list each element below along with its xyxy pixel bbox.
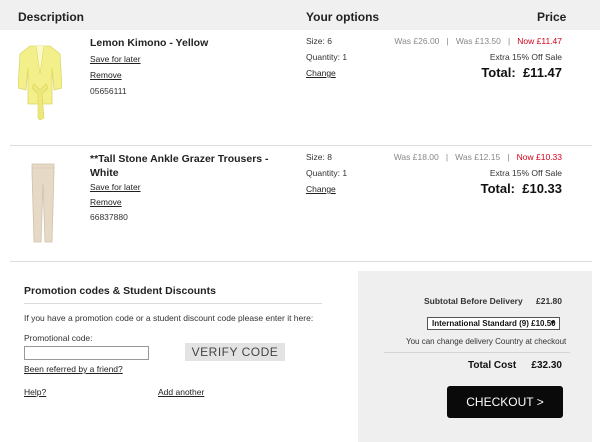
separator: |: [441, 36, 454, 46]
delivery-note: You can change delivery Country at check…: [406, 337, 567, 346]
verify-code-button[interactable]: VERIFY CODE: [185, 343, 285, 361]
promo-instruction: If you have a promotion code or a studen…: [24, 313, 314, 323]
item-title-line: White: [90, 167, 119, 179]
product-code: 66837880: [90, 212, 128, 222]
total-cost-label: Total Cost: [468, 360, 517, 371]
basket-header: Description Your options Price: [0, 0, 600, 30]
quantity-label: Quantity: 1: [306, 52, 348, 62]
chevron-down-icon: ▼: [549, 320, 556, 327]
item-title[interactable]: Lemon Kimono - Yellow: [90, 36, 208, 50]
remove-link[interactable]: Remove: [90, 70, 122, 80]
separator: |: [503, 36, 515, 46]
subtotal-label: Subtotal Before Delivery: [424, 296, 523, 306]
header-description: Description: [18, 10, 85, 24]
total-cost-value: £32.30: [531, 360, 562, 371]
product-code: 05656111: [90, 86, 127, 96]
basket-item-1: Lemon Kimono - Yellow Save for later Rem…: [0, 30, 600, 145]
promo-section: Promotion codes & Student Discounts If y…: [0, 262, 340, 442]
promo-code-input[interactable]: [24, 346, 149, 360]
help-link[interactable]: Help?: [24, 387, 46, 397]
item-title[interactable]: **Tall Stone Ankle Grazer Trousers - Whi…: [90, 152, 290, 180]
price-line: Was £18.00 | Was £12.15 | Now £10.33: [394, 152, 562, 162]
item-total: Total: £10.33: [480, 181, 562, 196]
product-image-trousers[interactable]: [30, 162, 56, 244]
was-price: Was £18.00: [393, 152, 439, 162]
divider: [384, 352, 570, 353]
remove-link[interactable]: Remove: [90, 197, 122, 207]
add-another-link[interactable]: Add another: [158, 387, 204, 397]
sale-note: Extra 15% Off Sale: [489, 52, 562, 62]
save-for-later-link[interactable]: Save for later: [90, 54, 141, 64]
order-summary: Subtotal Before Delivery £21.80 Internat…: [358, 271, 592, 442]
subtotal-value: £21.80: [536, 296, 562, 306]
product-image-kimono[interactable]: [18, 44, 62, 122]
change-link[interactable]: Change: [306, 184, 336, 194]
size-label: Size: 6: [306, 36, 332, 46]
checkout-button[interactable]: CHECKOUT >: [447, 386, 563, 418]
separator: |: [441, 152, 453, 162]
now-price: Now £10.33: [516, 152, 562, 162]
item-title-line: **Tall Stone Ankle Grazer Trousers -: [90, 153, 269, 165]
now-price: Now £11.47: [517, 36, 562, 46]
was-price: Was £12.15: [455, 152, 501, 162]
referred-friend-link[interactable]: Been referred by a friend?: [24, 364, 123, 374]
change-link[interactable]: Change: [306, 68, 336, 78]
was-price: Was £13.50: [455, 36, 501, 46]
size-label: Size: 8: [306, 152, 332, 162]
price-line: Was £26.00 | Was £13.50 | Now £11.47: [394, 36, 562, 46]
header-your-options: Your options: [306, 10, 380, 24]
was-price: Was £26.00: [394, 36, 440, 46]
separator: |: [502, 152, 515, 162]
delivery-selected-option: International Standard (9) £10.50: [432, 319, 556, 328]
divider: [24, 303, 322, 304]
delivery-select[interactable]: International Standard (9) £10.50 ▼: [427, 317, 560, 330]
item-total: Total: £11.47: [481, 65, 562, 80]
save-for-later-link[interactable]: Save for later: [90, 182, 141, 192]
header-price: Price: [537, 10, 567, 24]
quantity-label: Quantity: 1: [306, 168, 348, 178]
basket-item-2: **Tall Stone Ankle Grazer Trousers - Whi…: [0, 146, 600, 261]
promo-code-label: Promotional code:: [24, 333, 93, 343]
promo-heading: Promotion codes & Student Discounts: [24, 285, 216, 297]
sale-note: Extra 15% Off Sale: [489, 168, 562, 178]
